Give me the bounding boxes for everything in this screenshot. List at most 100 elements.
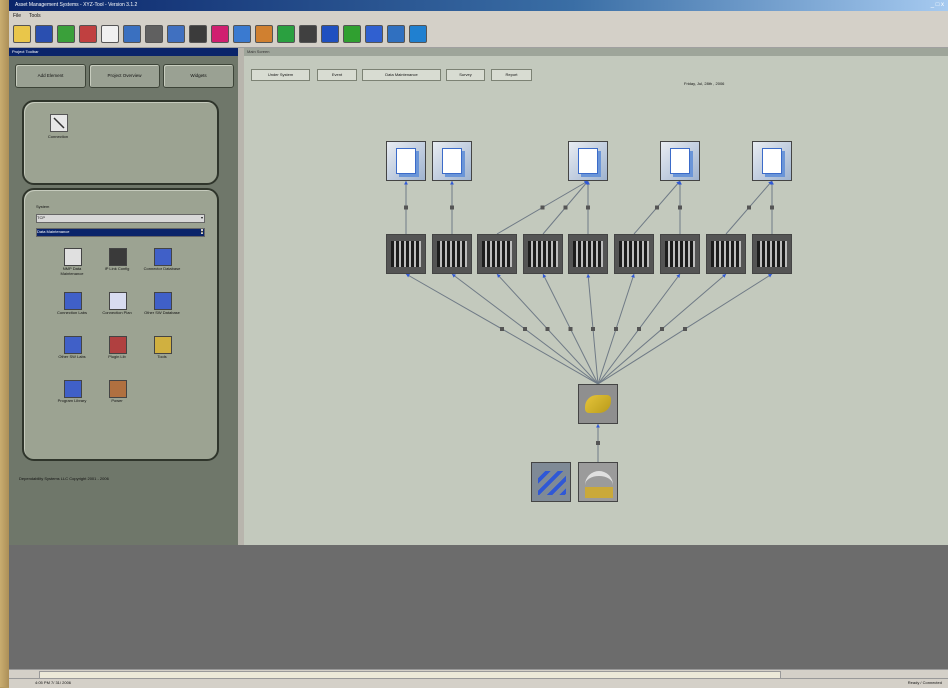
system-item-label: Other SW Database (144, 310, 180, 315)
connect-icon[interactable] (167, 25, 185, 43)
left-pane: Project Toolbar Add Element Project Over… (9, 48, 238, 545)
server-node[interactable] (568, 234, 608, 274)
system-panel: System TCP ▾ Data Maintenance ▾ NMP Data… (22, 188, 219, 461)
arrow-head (586, 274, 591, 278)
system-select[interactable]: TCP ▾ (36, 214, 205, 223)
diagram-canvas: Under System Event Data Maintenance Surv… (244, 56, 948, 545)
connector-dot (450, 205, 454, 210)
server-node[interactable] (706, 234, 746, 274)
link-icon[interactable] (64, 336, 82, 354)
server-node[interactable] (660, 234, 700, 274)
print-icon[interactable] (145, 25, 163, 43)
tools-icon[interactable] (154, 336, 172, 354)
document-node[interactable] (568, 141, 608, 181)
zoom-icon[interactable] (123, 25, 141, 43)
person-icon[interactable] (365, 25, 383, 43)
system-item-label: Program Library (57, 398, 87, 403)
connector-dot (540, 205, 545, 210)
connector-dot (591, 327, 595, 331)
server-node[interactable] (614, 234, 654, 274)
connector-dot (678, 205, 682, 210)
connector-dot (747, 205, 751, 210)
refresh-icon[interactable] (57, 25, 75, 43)
connector-dot (637, 327, 641, 331)
category-select[interactable]: Data Maintenance ▾ (36, 228, 205, 237)
connector-dot (545, 327, 550, 331)
plug-icon[interactable] (109, 336, 127, 354)
title-bar: Asset Management Systems - XYZ-Tool - Ve… (9, 0, 948, 11)
system-item-label: Other SW Labs (58, 354, 86, 359)
menu-tools[interactable]: Tools (29, 13, 41, 19)
server-icon[interactable] (189, 25, 207, 43)
document-icon[interactable] (109, 292, 127, 310)
connector-dot (655, 205, 659, 210)
server-icon[interactable] (109, 248, 127, 266)
document-node[interactable] (752, 141, 792, 181)
chevron-down-icon: ▾ (200, 215, 203, 220)
link-icon[interactable] (154, 292, 172, 310)
project-overview-button[interactable]: Project Overview (89, 64, 160, 88)
server-node[interactable] (523, 234, 563, 274)
system-item-label: Connector Database (143, 266, 181, 271)
widgets-button[interactable]: Widgets (163, 64, 234, 88)
connector-dot (683, 327, 687, 331)
arrow-head (450, 181, 454, 185)
chevron-down-icon: ▾ (200, 229, 203, 234)
connector-dot (614, 327, 618, 331)
document-node[interactable] (660, 141, 700, 181)
connector-dot (568, 327, 573, 331)
flag-icon[interactable] (343, 25, 361, 43)
copyright-text: Dependability Systems LLC Copyright 2001… (19, 476, 109, 481)
help-icon[interactable] (101, 25, 119, 43)
server-node[interactable] (752, 234, 792, 274)
graph-icon[interactable] (321, 25, 339, 43)
document-node[interactable] (386, 141, 426, 181)
network-icon[interactable] (277, 25, 295, 43)
connection-label: Connection (47, 134, 69, 139)
link-icon[interactable] (64, 292, 82, 310)
connector-dot (523, 327, 527, 331)
system-item-label: NMP Data Maintenance (60, 266, 84, 276)
menu-file[interactable]: File (13, 13, 21, 19)
chart-icon[interactable] (79, 25, 97, 43)
grid-icon[interactable] (233, 25, 251, 43)
connector-dot (404, 205, 408, 210)
connector-dot (596, 441, 600, 445)
connector-dot (500, 327, 504, 331)
hub-node[interactable] (578, 384, 618, 424)
user-icon[interactable] (409, 25, 427, 43)
settings-icon[interactable] (387, 25, 405, 43)
lower-panel (9, 545, 948, 669)
link-icon[interactable] (154, 248, 172, 266)
lock-icon[interactable] (299, 25, 317, 43)
save-icon[interactable] (35, 25, 53, 43)
application-window: Asset Management Systems - XYZ-Tool - Ve… (9, 0, 948, 688)
connector-dot (586, 205, 590, 210)
connector-dot (563, 205, 568, 210)
power-icon[interactable] (109, 380, 127, 398)
system-select-value: TCP (37, 215, 45, 220)
open-icon[interactable] (13, 25, 31, 43)
toolbar (9, 21, 948, 48)
left-pane-header: Project Toolbar (9, 48, 238, 56)
monitor-icon[interactable] (64, 248, 82, 266)
server-node[interactable] (386, 234, 426, 274)
server-node[interactable] (477, 234, 517, 274)
tool-icon[interactable] (255, 25, 273, 43)
connection-icon[interactable] (50, 114, 68, 132)
document-node[interactable] (432, 141, 472, 181)
system-label: System (36, 204, 50, 209)
arrow-head (404, 181, 408, 185)
star-icon[interactable] (211, 25, 229, 43)
server-node[interactable] (432, 234, 472, 274)
connector-dot (660, 327, 664, 331)
link-node[interactable] (531, 462, 571, 502)
add-element-button[interactable]: Add Element (15, 64, 86, 88)
connection-panel: Connection (22, 100, 219, 185)
window-controls[interactable]: _ □ x (931, 2, 944, 8)
status-time: 4:05 PM 7/ 31/ 2006 (35, 680, 72, 685)
system-item-label: Connection Plan (102, 310, 132, 315)
system-item-label: IP Link Config (104, 266, 130, 271)
tool-node[interactable] (578, 462, 618, 502)
link-icon[interactable] (64, 380, 82, 398)
